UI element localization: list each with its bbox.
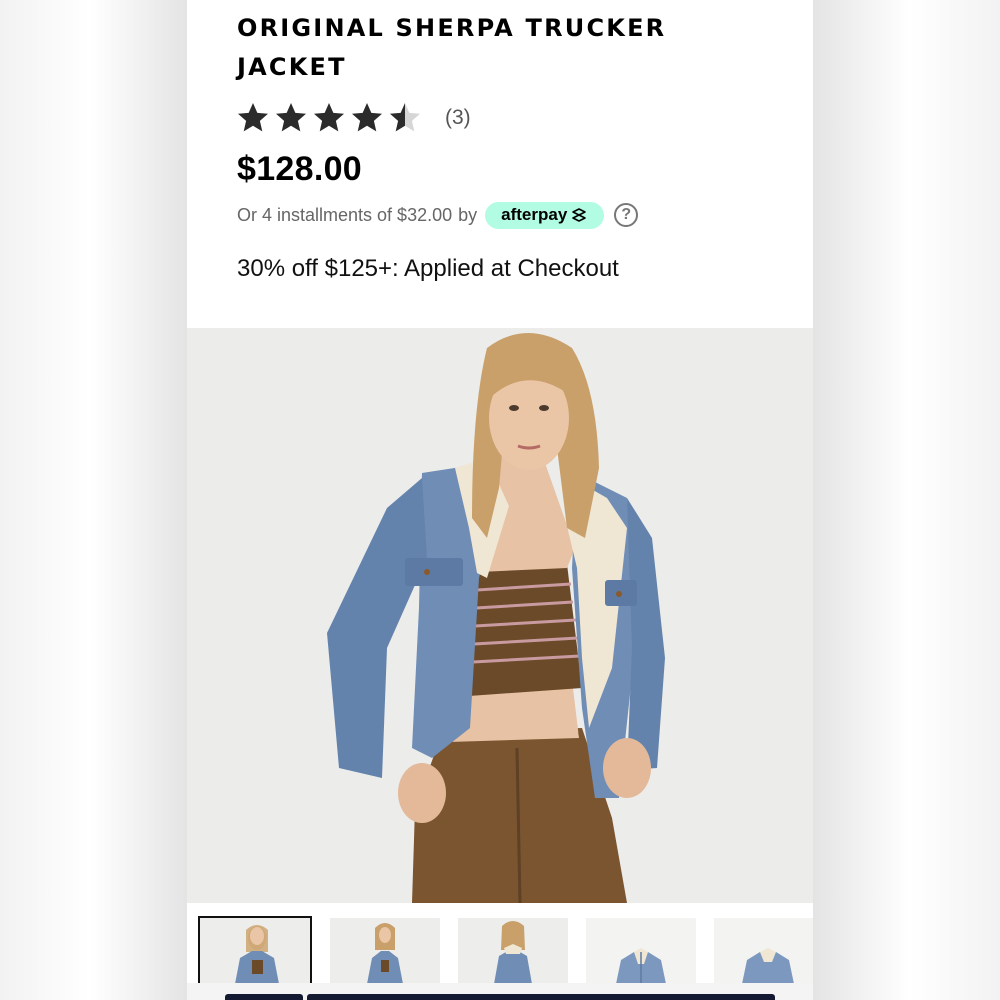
thumbnail-1[interactable] [198,916,312,986]
product-info-panel: ORIGINAL SHERPA TRUCKER JACKET (3) $128.… [187,0,813,328]
afterpay-installments: Or 4 installments of $32.00 by afterpay … [237,200,639,230]
model-photo [187,328,813,903]
thumbnail-image [330,918,440,984]
product-page: ORIGINAL SHERPA TRUCKER JACKET (3) $128.… [187,0,813,1000]
product-hero-image[interactable] [187,328,813,903]
star-icon [238,103,268,132]
thumbnail-5[interactable] [714,918,813,984]
half-star-icon [390,103,420,132]
afterpay-badge[interactable]: afterpay [485,201,605,229]
installments-by: by [458,204,478,225]
star-icon [352,103,382,132]
thumbnail-2[interactable] [330,918,440,984]
product-title: ORIGINAL SHERPA TRUCKER JACKET [237,14,667,81]
star-icon [276,103,306,132]
afterpay-arrows-icon [572,208,587,222]
thumbnail-image [458,918,568,984]
star-icon [314,103,344,132]
rating-summary[interactable]: (3) [235,98,471,138]
thumbnail-3[interactable] [458,918,568,984]
product-price: $128.00 [237,150,363,188]
afterpay-logo-text: afterpay [501,205,568,224]
thumbnail-4[interactable] [586,918,696,984]
installments-text: Or 4 installments of $32.00 [237,204,453,225]
thumbnail-image [714,918,813,984]
secondary-action-button[interactable] [225,994,303,1000]
review-count[interactable]: (3) [445,106,471,130]
add-to-bag-button[interactable] [307,994,775,1000]
thumbnail-strip [187,903,813,986]
promo-text: 30% off $125+: Applied at Checkout [237,255,619,282]
thumbnail-image [200,918,310,984]
thumbnail-image [586,918,696,984]
help-icon[interactable]: ? [614,203,639,227]
